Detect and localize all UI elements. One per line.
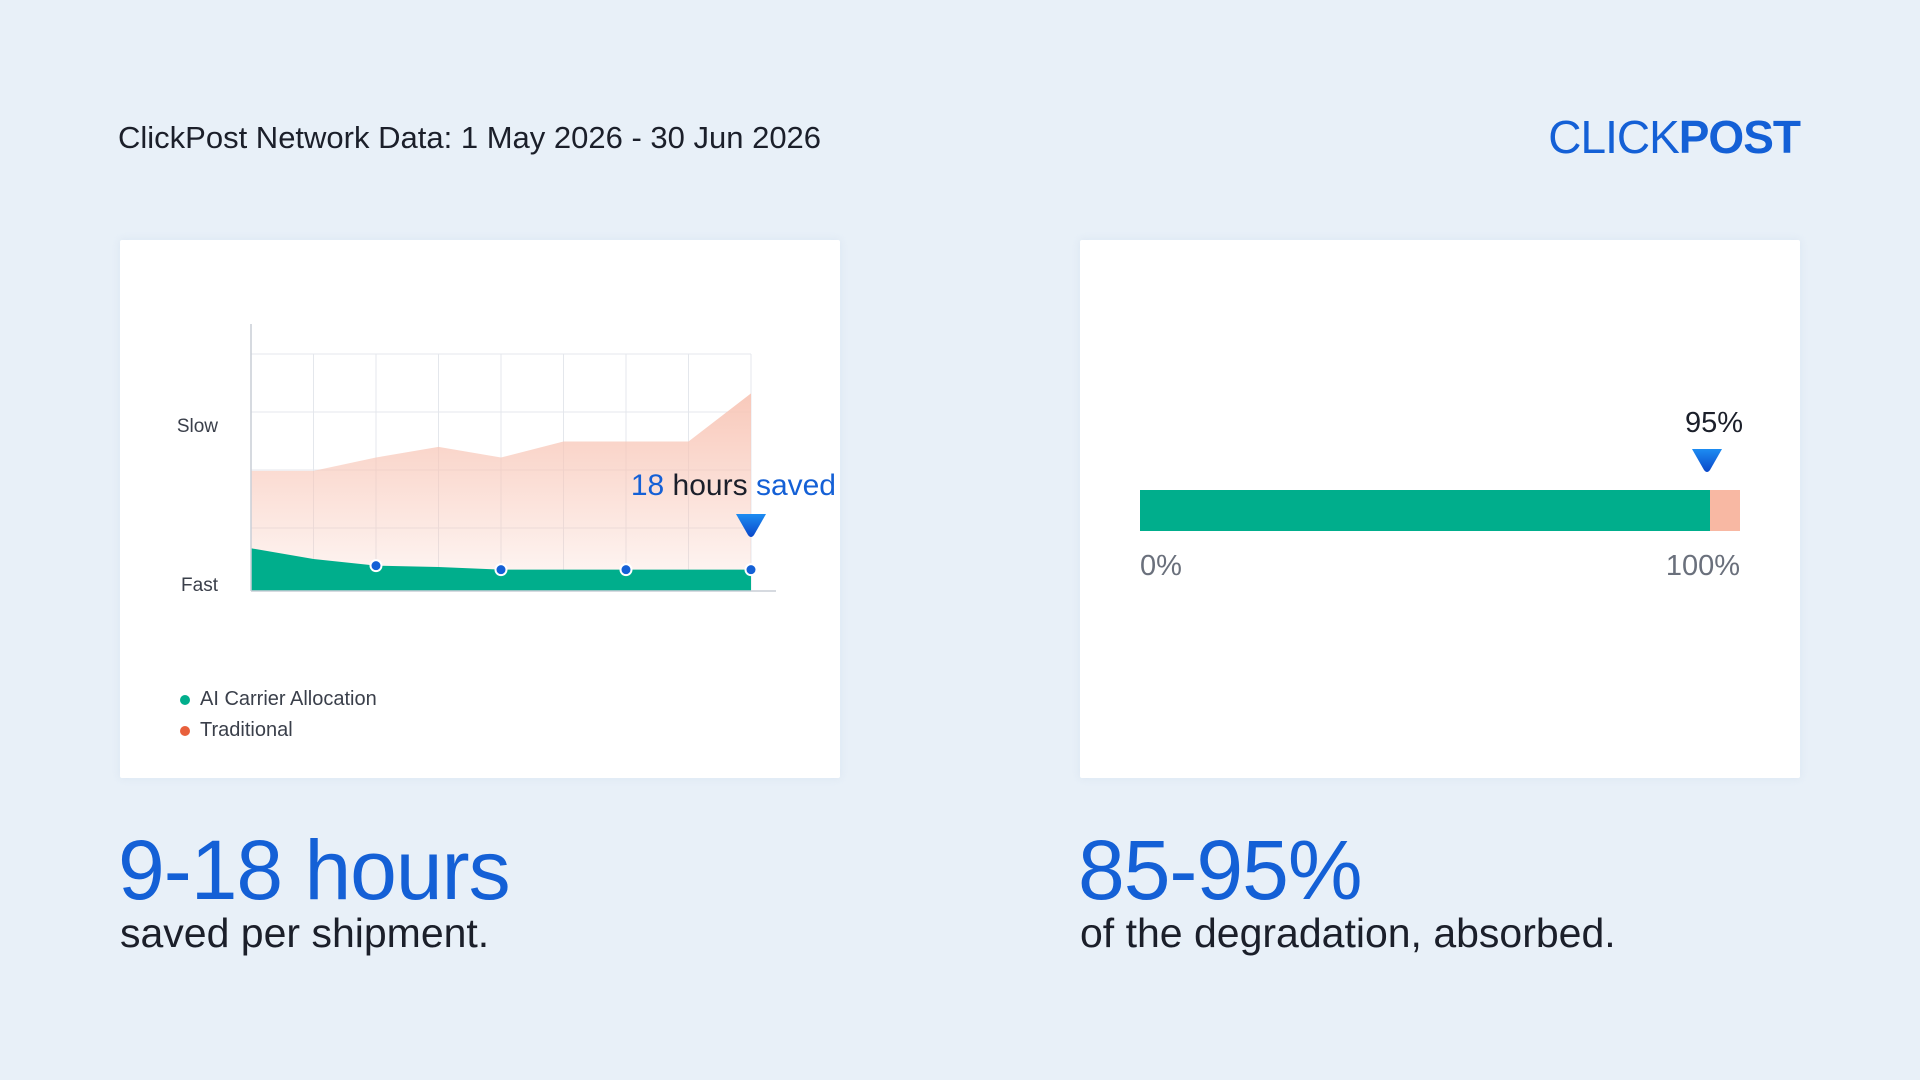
logo-light-text: CLICK xyxy=(1548,111,1679,163)
logo-bold-text: POST xyxy=(1678,111,1801,163)
legend-item-traditional: Traditional xyxy=(180,715,377,746)
stat-hours-caption: saved per shipment. xyxy=(120,910,490,956)
clickpost-logo: CLICKPOST xyxy=(1548,110,1801,164)
page-title: ClickPost Network Data: 1 May 2026 - 30 … xyxy=(118,120,821,156)
annotation-value: 18 xyxy=(631,469,673,502)
chart-legend: AI Carrier Allocation Traditional xyxy=(180,684,377,746)
ai-data-point xyxy=(744,563,758,577)
legend-label-traditional: Traditional xyxy=(200,719,293,741)
annotation-hours-saved: 18 hours saved xyxy=(631,469,836,502)
delivery-time-chart-card: Slow Fast 18 hours saved AI Carrier Alloca… xyxy=(120,240,840,778)
stat-percent-value: 85-95% xyxy=(1078,823,1363,917)
legend-label-ai: AI Carrier Allocation xyxy=(200,688,377,710)
legend-dot-ai xyxy=(180,694,190,705)
progress-marker-label: 95% xyxy=(1685,407,1743,439)
progress-pointer-icon xyxy=(1692,449,1722,472)
y-axis-label-fast: Fast xyxy=(181,575,219,596)
ai-data-point xyxy=(369,559,383,573)
legend-dot-traditional xyxy=(180,725,190,736)
progress-tick-max: 100% xyxy=(1666,550,1740,582)
ai-data-point xyxy=(494,563,508,577)
stat-hours-value: 9-18 hours xyxy=(118,823,511,917)
progress-tick-min: 0% xyxy=(1140,550,1182,582)
annotation-suffix: saved xyxy=(756,469,836,502)
page-title-lead: ClickPost Network Data: xyxy=(118,120,453,155)
progress-fill xyxy=(1140,490,1710,531)
degradation-progress-chart: 95% 0% 100% xyxy=(1140,407,1743,582)
y-axis-label-slow: Slow xyxy=(177,416,218,437)
stat-percent-caption: of the degradation, absorbed. xyxy=(1080,910,1616,956)
degradation-progress-card: 95% 0% 100% xyxy=(1080,240,1800,778)
page-title-date-range: 1 May 2026 - 30 Jun 2026 xyxy=(460,120,822,155)
ai-data-point xyxy=(619,563,633,577)
annotation-unit: hours xyxy=(673,469,756,502)
legend-item-ai: AI Carrier Allocation xyxy=(180,684,377,715)
